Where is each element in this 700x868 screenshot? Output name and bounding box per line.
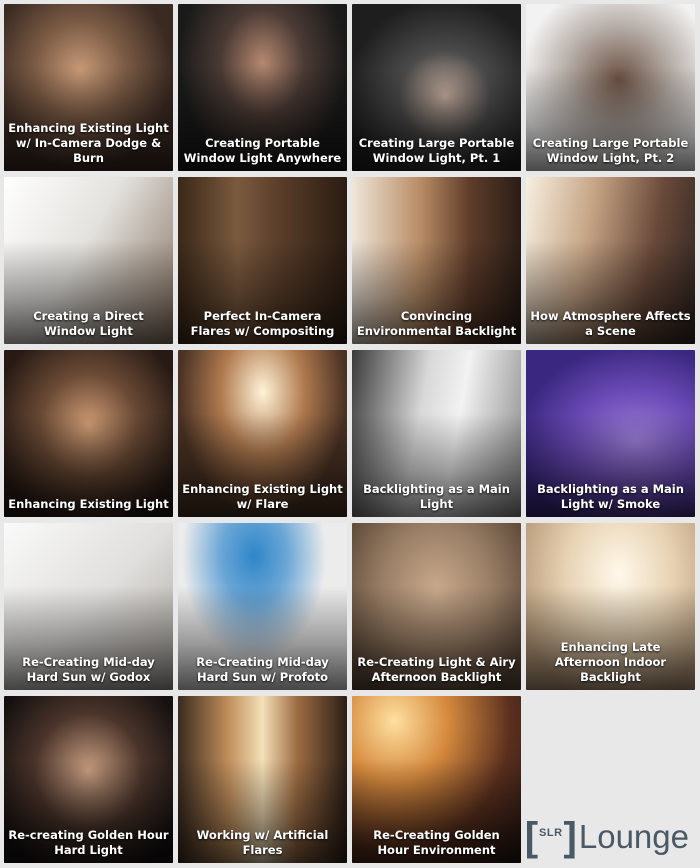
- tile-title: Enhancing Existing Light w/ Flare: [182, 482, 343, 511]
- tile-title: Creating Large Portable Window Light, Pt…: [358, 136, 515, 165]
- tile-title: Creating Large Portable Window Light, Pt…: [532, 136, 689, 165]
- tile-title: Enhancing Existing Light w/ In-Camera Do…: [8, 121, 169, 165]
- tutorial-tile[interactable]: How Atmosphere Affects a Scene: [526, 177, 695, 344]
- tile-title: Enhancing Late Afternoon Indoor Backligh…: [554, 640, 667, 684]
- logo-bracket-open: [: [524, 815, 539, 859]
- tutorial-tile[interactable]: Convincing Environmental Backlight: [352, 177, 521, 344]
- logo-badge: SLR: [539, 827, 563, 839]
- tutorial-tile[interactable]: Creating Large Portable Window Light, Pt…: [526, 4, 695, 171]
- tutorial-tile[interactable]: Re-creating Golden Hour Hard Light: [4, 696, 173, 863]
- tile-title: Convincing Environmental Backlight: [356, 309, 517, 338]
- tutorial-tile[interactable]: Enhancing Existing Light w/ Flare: [178, 350, 347, 517]
- tutorial-tile[interactable]: Re-Creating Light & Airy Afternoon Backl…: [352, 523, 521, 690]
- tutorial-grid: Enhancing Existing Light w/ In-Camera Do…: [4, 4, 696, 863]
- tile-title: Creating Portable Window Light Anywhere: [183, 136, 342, 165]
- tile-title: Re-Creating Mid-day Hard Sun w/ Godox: [22, 655, 155, 684]
- tile-title: Re-Creating Light & Airy Afternoon Backl…: [357, 655, 516, 684]
- tile-title: Backlighting as a Main Light: [363, 482, 510, 511]
- tutorial-tile[interactable]: Re-Creating Mid-day Hard Sun w/ Godox: [4, 523, 173, 690]
- tutorial-tile[interactable]: Perfect In-Camera Flares w/ Compositing: [178, 177, 347, 344]
- tile-title: Perfect In-Camera Flares w/ Compositing: [190, 309, 335, 338]
- tile-title: How Atmosphere Affects a Scene: [530, 309, 691, 338]
- tutorial-tile[interactable]: Re-Creating Golden Hour Environment: [352, 696, 521, 863]
- tutorial-tile[interactable]: Enhancing Existing Light w/ In-Camera Do…: [4, 4, 173, 171]
- tutorial-tile[interactable]: Working w/ Artificial Flares: [178, 696, 347, 863]
- tutorial-tile[interactable]: Enhancing Existing Light: [4, 350, 173, 517]
- tutorial-tile[interactable]: Backlighting as a Main Light w/ Smoke: [526, 350, 695, 517]
- logo-wordmark: Lounge: [578, 818, 689, 855]
- tile-title: Enhancing Existing Light: [8, 497, 169, 511]
- tile-title: Re-Creating Mid-day Hard Sun w/ Profoto: [196, 655, 329, 684]
- tutorial-tile[interactable]: Creating Large Portable Window Light, Pt…: [352, 4, 521, 171]
- tile-title: Creating a Direct Window Light: [33, 309, 144, 338]
- tutorial-tile[interactable]: Re-Creating Mid-day Hard Sun w/ Profoto: [178, 523, 347, 690]
- tutorial-tile[interactable]: Backlighting as a Main Light: [352, 350, 521, 517]
- logo-bracket-close: ]: [563, 815, 577, 859]
- slr-lounge-logo: [ SLR ] Lounge: [525, 817, 689, 857]
- tutorial-tile[interactable]: Creating Portable Window Light Anywhere: [178, 4, 347, 171]
- logo-area: [ SLR ] Lounge: [525, 696, 695, 863]
- tile-title: Working w/ Artificial Flares: [196, 828, 329, 857]
- tile-title: Re-Creating Golden Hour Environment: [373, 828, 500, 857]
- tutorial-tile[interactable]: Creating a Direct Window Light: [4, 177, 173, 344]
- tile-title: Re-creating Golden Hour Hard Light: [8, 828, 169, 857]
- tile-title: Backlighting as a Main Light w/ Smoke: [537, 482, 684, 511]
- tutorial-tile[interactable]: Enhancing Late Afternoon Indoor Backligh…: [526, 523, 695, 690]
